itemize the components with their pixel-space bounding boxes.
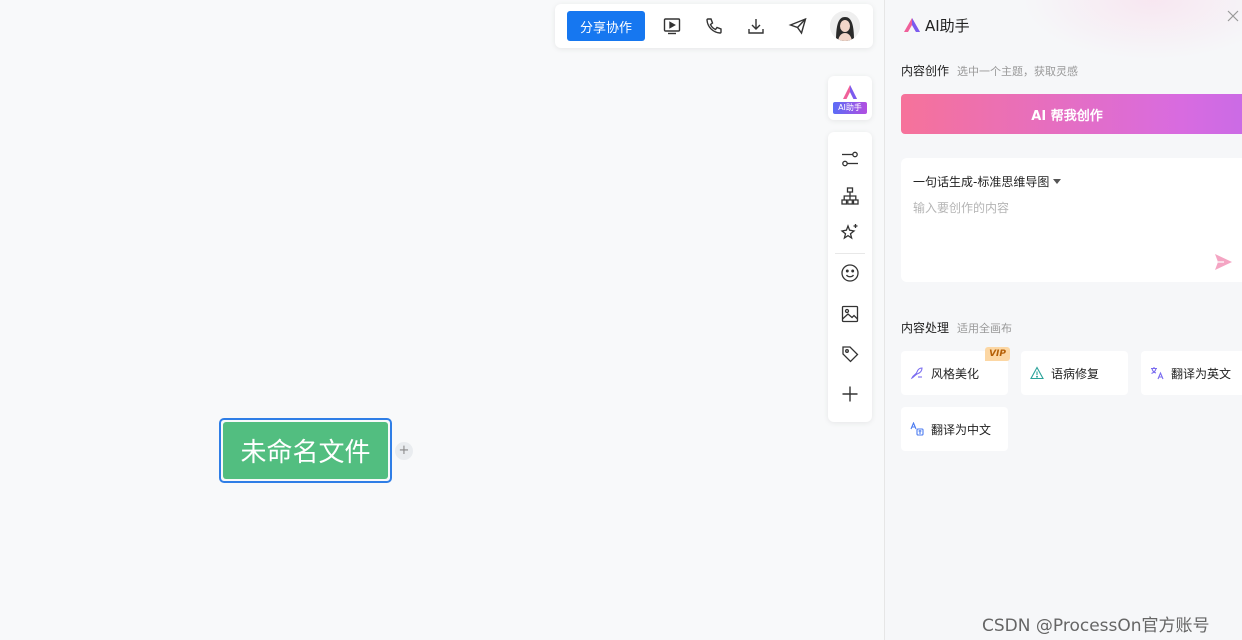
content-create-label: 内容创作 xyxy=(901,64,950,78)
top-toolbar: 分享协作 xyxy=(555,4,873,48)
style-beautify-button[interactable]: 风格美化 VIP xyxy=(901,347,1010,395)
close-icon[interactable] xyxy=(1225,8,1241,24)
mindmap-canvas[interactable]: 分享协作 AI助手 未命名文件 + xyxy=(0,0,884,640)
translate-zh-label: 翻译为中文 xyxy=(931,422,992,437)
translate-en-button[interactable]: 翻译为英文 xyxy=(1141,351,1242,395)
translate-en-icon xyxy=(1151,367,1164,380)
present-icon[interactable] xyxy=(661,15,683,37)
prompt-input[interactable] xyxy=(913,198,1213,218)
ai-badge-label: AI助手 xyxy=(833,102,867,114)
grammar-fix-label: 语病修复 xyxy=(1051,366,1100,381)
ai-create-button-label: AI 帮我创作 xyxy=(1031,108,1103,124)
ai-logo-icon: AI助手 xyxy=(833,82,867,114)
style-beautify-label: 风格美化 xyxy=(931,366,980,381)
watermark-text: CSDN @ProcessOn官方账号 xyxy=(982,616,1210,636)
download-icon[interactable] xyxy=(745,15,767,37)
send-icon[interactable] xyxy=(787,15,809,37)
translate-en-label: 翻译为英文 xyxy=(1171,366,1232,381)
generation-mode-select[interactable]: 一句话生成-标准思维导图 xyxy=(913,173,1062,190)
prompt-card: 一句话生成-标准思维导图 xyxy=(901,158,1242,282)
send-prompt-icon[interactable] xyxy=(1213,252,1233,272)
grammar-fix-button[interactable]: 语病修复 xyxy=(1021,351,1128,395)
generation-mode-label: 一句话生成-标准思维导图 xyxy=(913,175,1050,189)
vip-badge: VIP xyxy=(985,347,1010,361)
emoji-icon[interactable] xyxy=(839,262,861,284)
structure-icon[interactable] xyxy=(839,185,861,207)
translate-zh-icon xyxy=(910,422,924,436)
toolbar-divider xyxy=(835,253,865,254)
content-process-hint: 适用全画布 xyxy=(957,322,1013,335)
add-child-button[interactable]: + xyxy=(395,442,413,460)
add-icon[interactable] xyxy=(839,383,861,405)
ai-assistant-panel: AI助手 内容创作 选中一个主题，获取灵感 AI 帮我创作 一句话生成-标准思维导… xyxy=(884,0,1242,640)
call-icon[interactable] xyxy=(703,15,725,37)
tag-icon[interactable] xyxy=(839,343,861,365)
content-process-label: 内容处理 xyxy=(901,321,950,335)
content-create-hint: 选中一个主题，获取灵感 xyxy=(957,65,1079,78)
image-icon[interactable] xyxy=(839,303,861,325)
content-process-section: 内容处理 适用全画布 xyxy=(901,319,1012,336)
translate-zh-button[interactable]: 翻译为中文 xyxy=(901,407,1008,451)
root-topic-label[interactable]: 未命名文件 xyxy=(223,422,388,479)
content-create-section: 内容创作 选中一个主题，获取灵感 xyxy=(901,62,1078,79)
root-topic-node[interactable]: 未命名文件 xyxy=(219,418,392,483)
user-avatar[interactable] xyxy=(830,11,860,41)
side-toolbar xyxy=(828,132,872,422)
warning-icon xyxy=(1030,366,1044,380)
share-collaborate-button[interactable]: 分享协作 xyxy=(567,11,645,41)
ai-create-button[interactable]: AI 帮我创作 xyxy=(901,94,1242,134)
caret-down-icon xyxy=(1053,179,1062,184)
panel-title: AI助手 xyxy=(925,16,970,35)
style-icon xyxy=(910,367,923,380)
relation-icon[interactable] xyxy=(839,148,861,170)
ai-assistant-float-button[interactable]: AI助手 xyxy=(828,76,872,120)
ai-sparkle-icon[interactable] xyxy=(839,221,861,243)
ai-logo-icon xyxy=(904,18,920,32)
panel-header: AI助手 xyxy=(903,14,970,36)
